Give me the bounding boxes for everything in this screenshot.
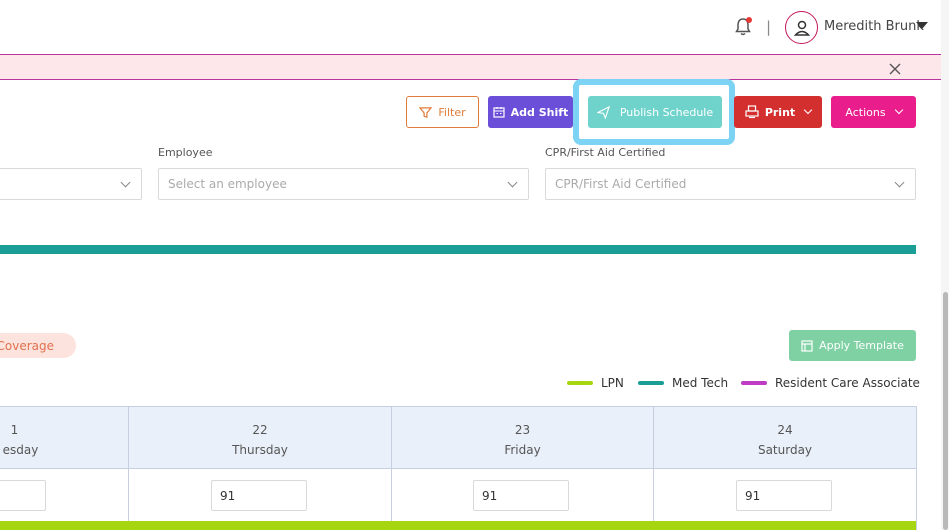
day-header: 22 Thursday — [129, 406, 391, 469]
apply-template-label: Apply Template — [819, 339, 904, 352]
med-tech-coverage-bar — [0, 245, 916, 254]
day-column: 22 Thursday 91 — [129, 406, 392, 530]
actions-button[interactable]: Actions — [831, 96, 916, 128]
previous-filter-select[interactable] — [0, 168, 142, 200]
day-weekday: Friday — [504, 443, 541, 457]
cpr-placeholder: CPR/First Aid Certified — [555, 177, 687, 191]
day-date: 22 — [252, 423, 268, 437]
user-icon — [793, 20, 810, 36]
calendar-icon — [493, 107, 505, 118]
legend-swatch — [567, 381, 593, 385]
chevron-down-icon — [120, 177, 131, 188]
publish-label: Publish Schedule — [619, 105, 714, 119]
coverage-label: Coverage — [0, 338, 54, 353]
schedule-calendar: 1 esday 22 Thursday 91 23 Friday 91 24 S… — [0, 406, 917, 530]
day-column: 24 Saturday 91 — [654, 406, 917, 530]
alert-banner — [0, 54, 943, 80]
user-avatar[interactable] — [785, 11, 818, 44]
legend-resident-care-associate: Resident Care Associate — [741, 376, 920, 390]
day-count-input[interactable]: 91 — [736, 480, 832, 511]
day-date: 24 — [777, 423, 793, 437]
filter-button[interactable]: Filter — [406, 96, 479, 128]
day-count-input[interactable] — [0, 480, 46, 511]
actions-label: Actions — [845, 105, 886, 119]
day-weekday: Thursday — [232, 443, 288, 457]
scrollbar-thumb[interactable] — [943, 292, 948, 530]
chevron-down-icon — [507, 177, 518, 188]
filter-label: Filter — [438, 105, 466, 119]
add-shift-label: Add Shift — [510, 105, 569, 119]
day-header: 24 Saturday — [654, 406, 916, 469]
apply-template-button[interactable]: Apply Template — [789, 330, 916, 361]
legend-label: Resident Care Associate — [775, 376, 920, 390]
day-header: 1 esday — [0, 406, 128, 469]
day-weekday: Saturday — [757, 443, 813, 457]
legend-label: LPN — [601, 376, 624, 390]
printer-icon — [745, 105, 759, 119]
user-menu-caret-icon[interactable] — [916, 22, 928, 29]
legend-label: Med Tech — [672, 376, 729, 390]
employee-label: Employee — [158, 146, 213, 159]
close-icon[interactable] — [888, 61, 902, 75]
coverage-pill[interactable]: Coverage — [0, 333, 76, 358]
day-count-input[interactable]: 91 — [211, 480, 307, 511]
send-icon — [596, 105, 610, 119]
day-header: 23 Friday — [392, 406, 653, 469]
publish-schedule-button[interactable]: Publish Schedule — [588, 96, 722, 128]
notification-dot — [746, 17, 752, 23]
print-label: Print — [764, 105, 796, 119]
day-count-input[interactable]: 91 — [473, 480, 569, 511]
day-date: 1 — [10, 423, 19, 437]
chevron-down-icon — [803, 105, 813, 115]
day-date: 23 — [514, 423, 531, 437]
day-column: 23 Friday 91 — [392, 406, 654, 530]
lpn-coverage-bar — [0, 521, 916, 530]
legend-swatch — [638, 381, 664, 385]
day-weekday: esday — [2, 443, 39, 457]
chevron-down-icon — [894, 105, 903, 115]
user-name[interactable]: Meredith Brunk — [824, 19, 924, 34]
add-shift-button[interactable]: Add Shift — [488, 96, 573, 128]
template-icon — [801, 339, 813, 352]
print-button[interactable]: Print — [734, 96, 822, 128]
filter-icon — [419, 106, 433, 118]
cpr-label: CPR/First Aid Certified — [545, 146, 666, 159]
cpr-select[interactable]: CPR/First Aid Certified — [545, 168, 916, 200]
employee-select[interactable]: Select an employee — [158, 168, 529, 200]
employee-placeholder: Select an employee — [168, 177, 287, 191]
legend-swatch — [741, 381, 767, 385]
header-separator: | — [766, 18, 772, 36]
chevron-down-icon — [894, 177, 905, 188]
legend-med-tech: Med Tech — [638, 376, 728, 390]
day-column: 1 esday — [0, 406, 129, 530]
legend-lpn: LPN — [567, 376, 624, 390]
